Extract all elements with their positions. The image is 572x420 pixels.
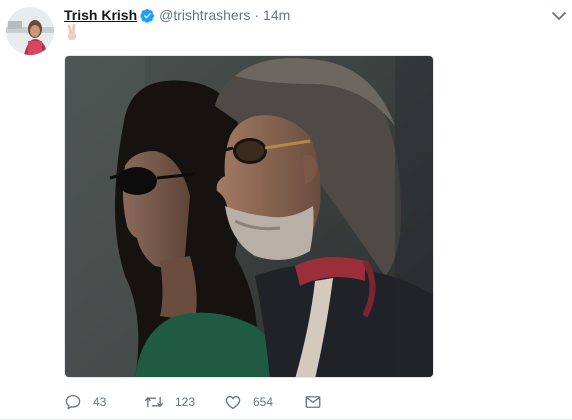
retweet-button[interactable]: 123 [144,393,224,411]
tweet-header: Trish Krish @trishtrashers · 14m [64,6,290,24]
like-count: 654 [253,395,274,409]
verified-badge-icon [140,8,155,23]
like-button[interactable]: 654 [224,393,304,411]
display-name[interactable]: Trish Krish [64,6,137,24]
direct-message-button[interactable] [304,393,322,411]
retweet-icon [144,396,164,408]
tweet-actions: 43 123 654 [64,392,322,412]
timestamp[interactable]: 14m [263,6,290,24]
avatar-image [6,7,54,55]
reply-icon [65,394,81,410]
heart-icon [225,395,241,410]
retweet-count: 123 [175,395,196,409]
separator-dot: · [254,7,260,23]
tweet-card[interactable]: Trish Krish @trishtrashers · 14m 43 123 … [0,0,572,420]
tweet-photo[interactable] [64,55,434,378]
avatar[interactable] [6,7,54,55]
tweet-text [64,23,81,44]
photo-image [65,56,433,377]
reply-button[interactable]: 43 [64,393,144,411]
screen-name[interactable]: @trishtrashers [159,6,250,24]
envelope-icon [305,396,321,408]
chevron-down-icon[interactable] [550,7,568,25]
reply-count: 43 [93,395,107,409]
victory-hand-emoji [64,23,81,42]
